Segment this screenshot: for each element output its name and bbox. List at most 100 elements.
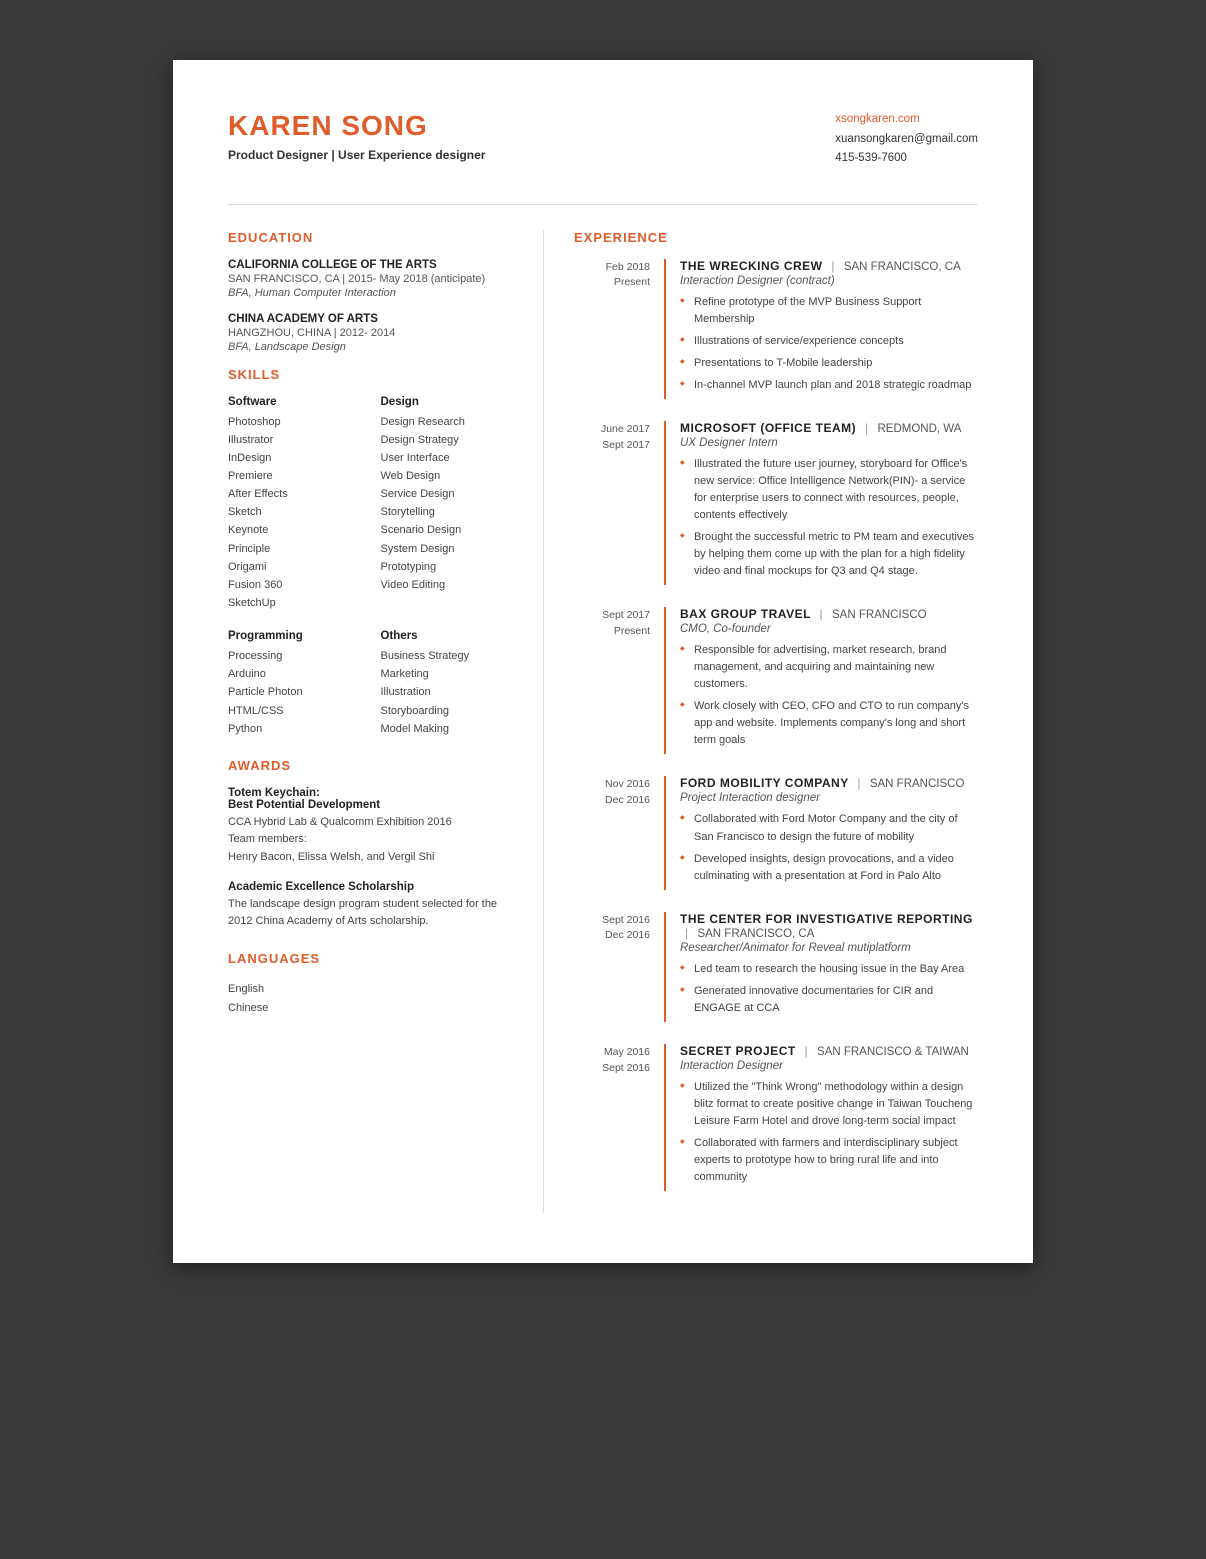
skills-section-title: SKILLS	[228, 367, 513, 382]
design-items: Design Research Design Strategy User Int…	[381, 413, 514, 594]
bullet: Illustrated the future user journey, sto…	[680, 456, 978, 524]
software-label: Software	[228, 396, 361, 408]
exp-bullets-2: Illustrated the future user journey, sto…	[680, 456, 978, 580]
others-skills: Others Business Strategy Marketing Illus…	[381, 630, 514, 738]
bullet: Brought the successful metric to PM team…	[680, 529, 978, 580]
skill-illustration: Illustration	[381, 683, 514, 701]
exp-bullets-4: Collaborated with Ford Motor Company and…	[680, 811, 978, 884]
award-title-1: Totem Keychain:Best Potential Developmen…	[228, 787, 513, 811]
website-link[interactable]: xsongkaren.com	[835, 113, 919, 125]
skill-aftereffects: After Effects	[228, 485, 361, 503]
bullet: Collaborated with farmers and interdisci…	[680, 1135, 978, 1186]
edu-degree-1: BFA, Human Computer Interaction	[228, 287, 513, 299]
skill-illustrator: Illustrator	[228, 431, 361, 449]
skill-fusion360: Fusion 360	[228, 576, 361, 594]
header-divider	[228, 204, 978, 205]
exp-content-2: MICROSOFT (Office team) | REDMOND, WA UX…	[664, 421, 978, 585]
right-column: EXPERIENCE Feb 2018 Present THE WRECKING…	[543, 230, 978, 1213]
header-left: KAREN SONG Product Designer | User Exper…	[228, 110, 485, 162]
bullet: Responsible for advertising, market rese…	[680, 642, 978, 693]
exp-entry-5: Sept 2016 Dec 2016 THE CENTER FOR INVEST…	[574, 912, 978, 1022]
skill-web-design: Web Design	[381, 467, 514, 485]
skill-user-interface: User Interface	[381, 449, 514, 467]
exp-entry-2: June 2017 Sept 2017 MICROSOFT (Office te…	[574, 421, 978, 585]
header-section: KAREN SONG Product Designer | User Exper…	[228, 110, 978, 169]
exp-org-2: MICROSOFT (Office team) | REDMOND, WA	[680, 421, 978, 435]
award-title-2: Academic Excellence Scholarship	[228, 881, 513, 893]
edu-location-2: HANGZHOU, CHINA | 2012- 2014	[228, 327, 513, 339]
awards-section: AWARDS Totem Keychain:Best Potential Dev…	[228, 758, 513, 931]
exp-org-4: FORD MOBILITY COMPANY | SAN FRANCISCO	[680, 776, 978, 790]
edu-org-2: CHINA ACADEMY OF ARTS	[228, 313, 513, 325]
exp-date-1: Feb 2018 Present	[574, 259, 664, 399]
skill-html-css: HTML/CSS	[228, 702, 361, 720]
skill-particle-photon: Particle Photon	[228, 683, 361, 701]
skill-design-strategy: Design Strategy	[381, 431, 514, 449]
skill-principle: Principle	[228, 540, 361, 558]
skills-grid-1: Software Photoshop Illustrator InDesign …	[228, 396, 513, 613]
exp-content-5: THE CENTER FOR INVESTIGATIVE REPORTING |…	[664, 912, 978, 1022]
bullet: Refine prototype of the MVP Business Sup…	[680, 294, 978, 328]
skill-processing: Processing	[228, 647, 361, 665]
exp-org-5: THE CENTER FOR INVESTIGATIVE REPORTING |…	[680, 912, 978, 940]
lang-chinese: Chinese	[228, 999, 513, 1018]
skill-storyboarding: Storyboarding	[381, 702, 514, 720]
exp-entry-1: Feb 2018 Present THE WRECKING CREW | SAN…	[574, 259, 978, 399]
experience-section-title: EXPERIENCE	[574, 230, 978, 245]
exp-content-3: BAX Group Travel | SAN FRANCISCO CMO, Co…	[664, 607, 978, 754]
exp-org-1: THE WRECKING CREW | SAN FRANCISCO, CA	[680, 259, 978, 273]
programming-label: Programming	[228, 630, 361, 642]
edu-location-1: SAN FRANCISCO, CA | 2015- May 2018 (anti…	[228, 273, 513, 285]
exp-org-6: SECRET PROJECT | SAN FRANCISCO & TAIWAN	[680, 1044, 978, 1058]
exp-date-6: May 2016 Sept 2016	[574, 1044, 664, 1191]
software-skills: Software Photoshop Illustrator InDesign …	[228, 396, 361, 613]
bullet: Utilized the "Think Wrong" methodology w…	[680, 1079, 978, 1130]
bullet: Illustrations of service/experience conc…	[680, 333, 978, 350]
exp-entry-4: Nov 2016 Dec 2016 FORD MOBILITY COMPANY …	[574, 776, 978, 889]
bullet: Led team to research the housing issue i…	[680, 961, 978, 978]
skill-storytelling: Storytelling	[381, 503, 514, 521]
exp-role-5: Researcher/Animator for Reveal mutiplatf…	[680, 942, 978, 954]
exp-role-3: CMO, Co-founder	[680, 623, 978, 635]
skill-business-strategy: Business Strategy	[381, 647, 514, 665]
languages-section-title: LANGUAGES	[228, 951, 513, 966]
design-skills: Design Design Research Design Strategy U…	[381, 396, 514, 613]
skill-system-design: System Design	[381, 540, 514, 558]
exp-content-4: FORD MOBILITY COMPANY | SAN FRANCISCO Pr…	[664, 776, 978, 889]
exp-role-4: Project Interaction designer	[680, 792, 978, 804]
candidate-name: KAREN SONG	[228, 110, 485, 142]
phone: 415-539-7600	[835, 149, 978, 169]
exp-bullets-3: Responsible for advertising, market rese…	[680, 642, 978, 749]
exp-entry-3: Sept 2017 Present BAX Group Travel | SAN…	[574, 607, 978, 754]
skill-prototyping: Prototyping	[381, 558, 514, 576]
bullet: Presentations to T-Mobile leadership	[680, 355, 978, 372]
edu-org-1: CALIFORNIA COLLEGE OF THE ARTS	[228, 259, 513, 271]
design-label: Design	[381, 396, 514, 408]
edu-degree-2: BFA, Landscape Design	[228, 341, 513, 353]
exp-role-1: Interaction Designer (contract)	[680, 275, 978, 287]
left-column: EDUCATION CALIFORNIA COLLEGE OF THE ARTS…	[228, 230, 543, 1213]
award-1: Totem Keychain:Best Potential Developmen…	[228, 787, 513, 867]
skill-scenario-design: Scenario Design	[381, 521, 514, 539]
exp-bullets-1: Refine prototype of the MVP Business Sup…	[680, 294, 978, 394]
resume-container: KAREN SONG Product Designer | User Exper…	[173, 60, 1033, 1263]
exp-role-2: UX Designer Intern	[680, 437, 978, 449]
award-2: Academic Excellence Scholarship The land…	[228, 881, 513, 931]
exp-bullets-6: Utilized the "Think Wrong" methodology w…	[680, 1079, 978, 1186]
exp-bullets-5: Led team to research the housing issue i…	[680, 961, 978, 1017]
skills-grid-2: Programming Processing Arduino Particle …	[228, 630, 513, 738]
languages-section: LANGUAGES English Chinese	[228, 951, 513, 1017]
exp-date-4: Nov 2016 Dec 2016	[574, 776, 664, 889]
exp-org-3: BAX Group Travel | SAN FRANCISCO	[680, 607, 978, 621]
others-items: Business Strategy Marketing Illustration…	[381, 647, 514, 738]
skill-premiere: Premiere	[228, 467, 361, 485]
software-items: Photoshop Illustrator InDesign Premiere …	[228, 413, 361, 613]
bullet: In-channel MVP launch plan and 2018 stra…	[680, 377, 978, 394]
skill-indesign: InDesign	[228, 449, 361, 467]
skill-arduino: Arduino	[228, 665, 361, 683]
skill-keynote: Keynote	[228, 521, 361, 539]
skill-origami: Origami	[228, 558, 361, 576]
award-desc-2: The landscape design program student sel…	[228, 896, 513, 931]
exp-role-6: Interaction Designer	[680, 1060, 978, 1072]
skill-sketchup: SketchUp	[228, 594, 361, 612]
